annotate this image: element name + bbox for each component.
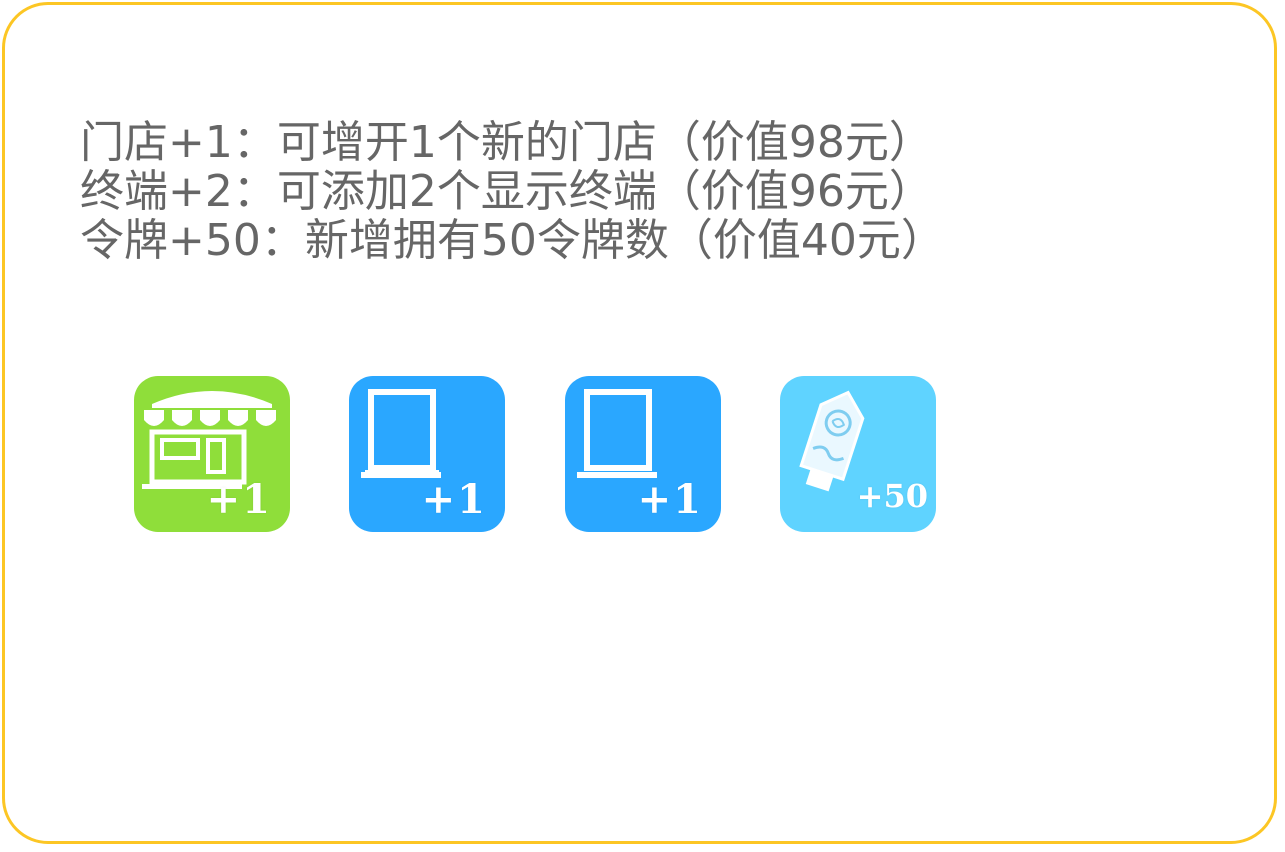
token-badge: +50 [856, 477, 928, 515]
terminal-badge-1: +1 [421, 476, 487, 523]
store-badge: +1 [206, 476, 272, 523]
token-plus-tile[interactable]: +50 [780, 376, 936, 532]
package-tiles: +1 +1 +1 +50 [0, 0, 1285, 852]
terminal-badge-2: +1 [637, 476, 703, 523]
terminal-plus-tile-2[interactable]: +1 [565, 376, 721, 532]
terminal-plus-tile-1[interactable]: +1 [349, 376, 505, 532]
store-plus-tile[interactable]: +1 [134, 376, 290, 532]
